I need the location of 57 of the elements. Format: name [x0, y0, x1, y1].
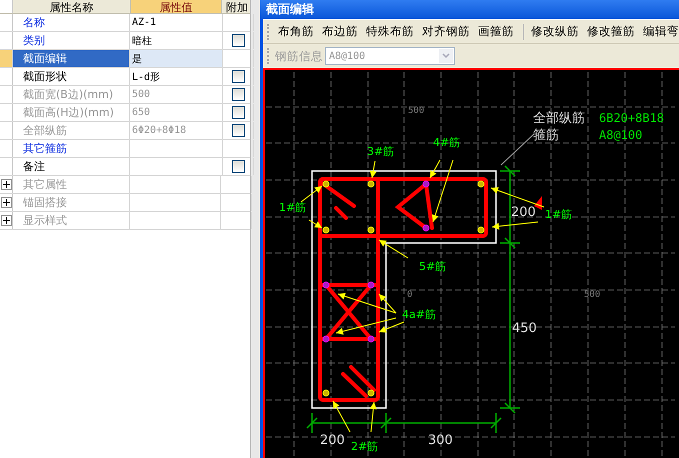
legend-title: 全部纵筋 — [533, 111, 585, 126]
checkbox[interactable] — [232, 34, 244, 47]
leader-arrow — [430, 160, 454, 222]
toolbar-button[interactable]: 布边筋 — [319, 24, 361, 39]
drawing-canvas[interactable]: 500 0 500 全部纵筋 箍筋 6B20+8B18 A8@100 200 450 200 300 3#筋 4#筋 1#筋 1#筋 5#筋 4a#筋 2#筋 — [263, 68, 679, 458]
toolbar-button[interactable]: 画箍筋 — [475, 24, 517, 39]
property-name[interactable]: 类别 — [13, 32, 130, 49]
rebar-label: 3#筋 — [367, 145, 394, 158]
leader-line — [500, 134, 534, 166]
property-value[interactable]: AZ-1 — [132, 17, 156, 28]
leader-arrow — [336, 292, 404, 335]
property-name[interactable]: 名称 — [13, 14, 130, 31]
row-header — [0, 0, 13, 13]
leader-arrow — [490, 187, 544, 230]
column-header[interactable]: 属性值 — [131, 0, 222, 13]
expand-icon[interactable] — [0, 215, 12, 226]
rebar-label: 1#筋 — [545, 208, 572, 221]
toolbar-button[interactable]: 修改纵筋 — [528, 24, 582, 39]
dimension-text: 200 — [320, 433, 345, 448]
expand-icon[interactable] — [0, 179, 12, 190]
grid-label: 0 — [407, 290, 412, 300]
toolbar-button[interactable]: 布角筋 — [275, 24, 317, 39]
legend-value: 6B20+8B18 — [599, 111, 664, 125]
legend-value: A8@100 — [599, 128, 642, 142]
grid-label: 500 — [584, 290, 600, 300]
window-title: 截面编辑 — [260, 0, 679, 19]
rebar-label: 1#筋 — [279, 201, 306, 214]
grid-label: 500 — [408, 106, 424, 116]
rebar-label: 4#筋 — [433, 136, 460, 149]
dimension-text: 300 — [428, 433, 453, 448]
column-header[interactable]: 附加 — [222, 0, 250, 13]
leader-arrow — [378, 240, 408, 258]
toolbar-button[interactable]: 编辑弯 — [640, 24, 679, 39]
rebar-label: 5#筋 — [419, 260, 446, 273]
expand-icon[interactable] — [0, 197, 12, 208]
leader-arrow — [370, 160, 377, 178]
rebar-label: 4a#筋 — [402, 308, 436, 321]
toolbar-button[interactable]: 特殊布筋 — [363, 24, 417, 39]
property-value[interactable]: L-d形 — [132, 70, 160, 84]
property-value[interactable]: 是 — [132, 52, 142, 66]
property-name[interactable]: 截面形状 — [13, 68, 130, 85]
property-name[interactable]: 截面编辑 — [13, 50, 130, 67]
checkbox[interactable] — [232, 160, 244, 173]
triangle-marker — [534, 196, 542, 210]
field-label: 钢筋信息 — [275, 48, 323, 64]
toolbar-button[interactable]: 修改箍筋 — [584, 24, 638, 39]
legend-title: 箍筋 — [533, 128, 559, 143]
toolbar-button[interactable]: 对齐钢筋 — [419, 24, 473, 39]
checkbox[interactable] — [232, 70, 244, 83]
leader-arrow — [332, 400, 377, 432]
rebar-label: 2#筋 — [351, 440, 378, 453]
property-name[interactable]: 备注 — [13, 158, 130, 175]
property-name[interactable]: 其它箍筋 — [13, 140, 130, 157]
row-header[interactable] — [0, 50, 13, 67]
dimension-text: 200 — [511, 205, 536, 220]
property-value[interactable]: 暗柱 — [132, 34, 152, 48]
dimension-text: 450 — [512, 321, 537, 336]
